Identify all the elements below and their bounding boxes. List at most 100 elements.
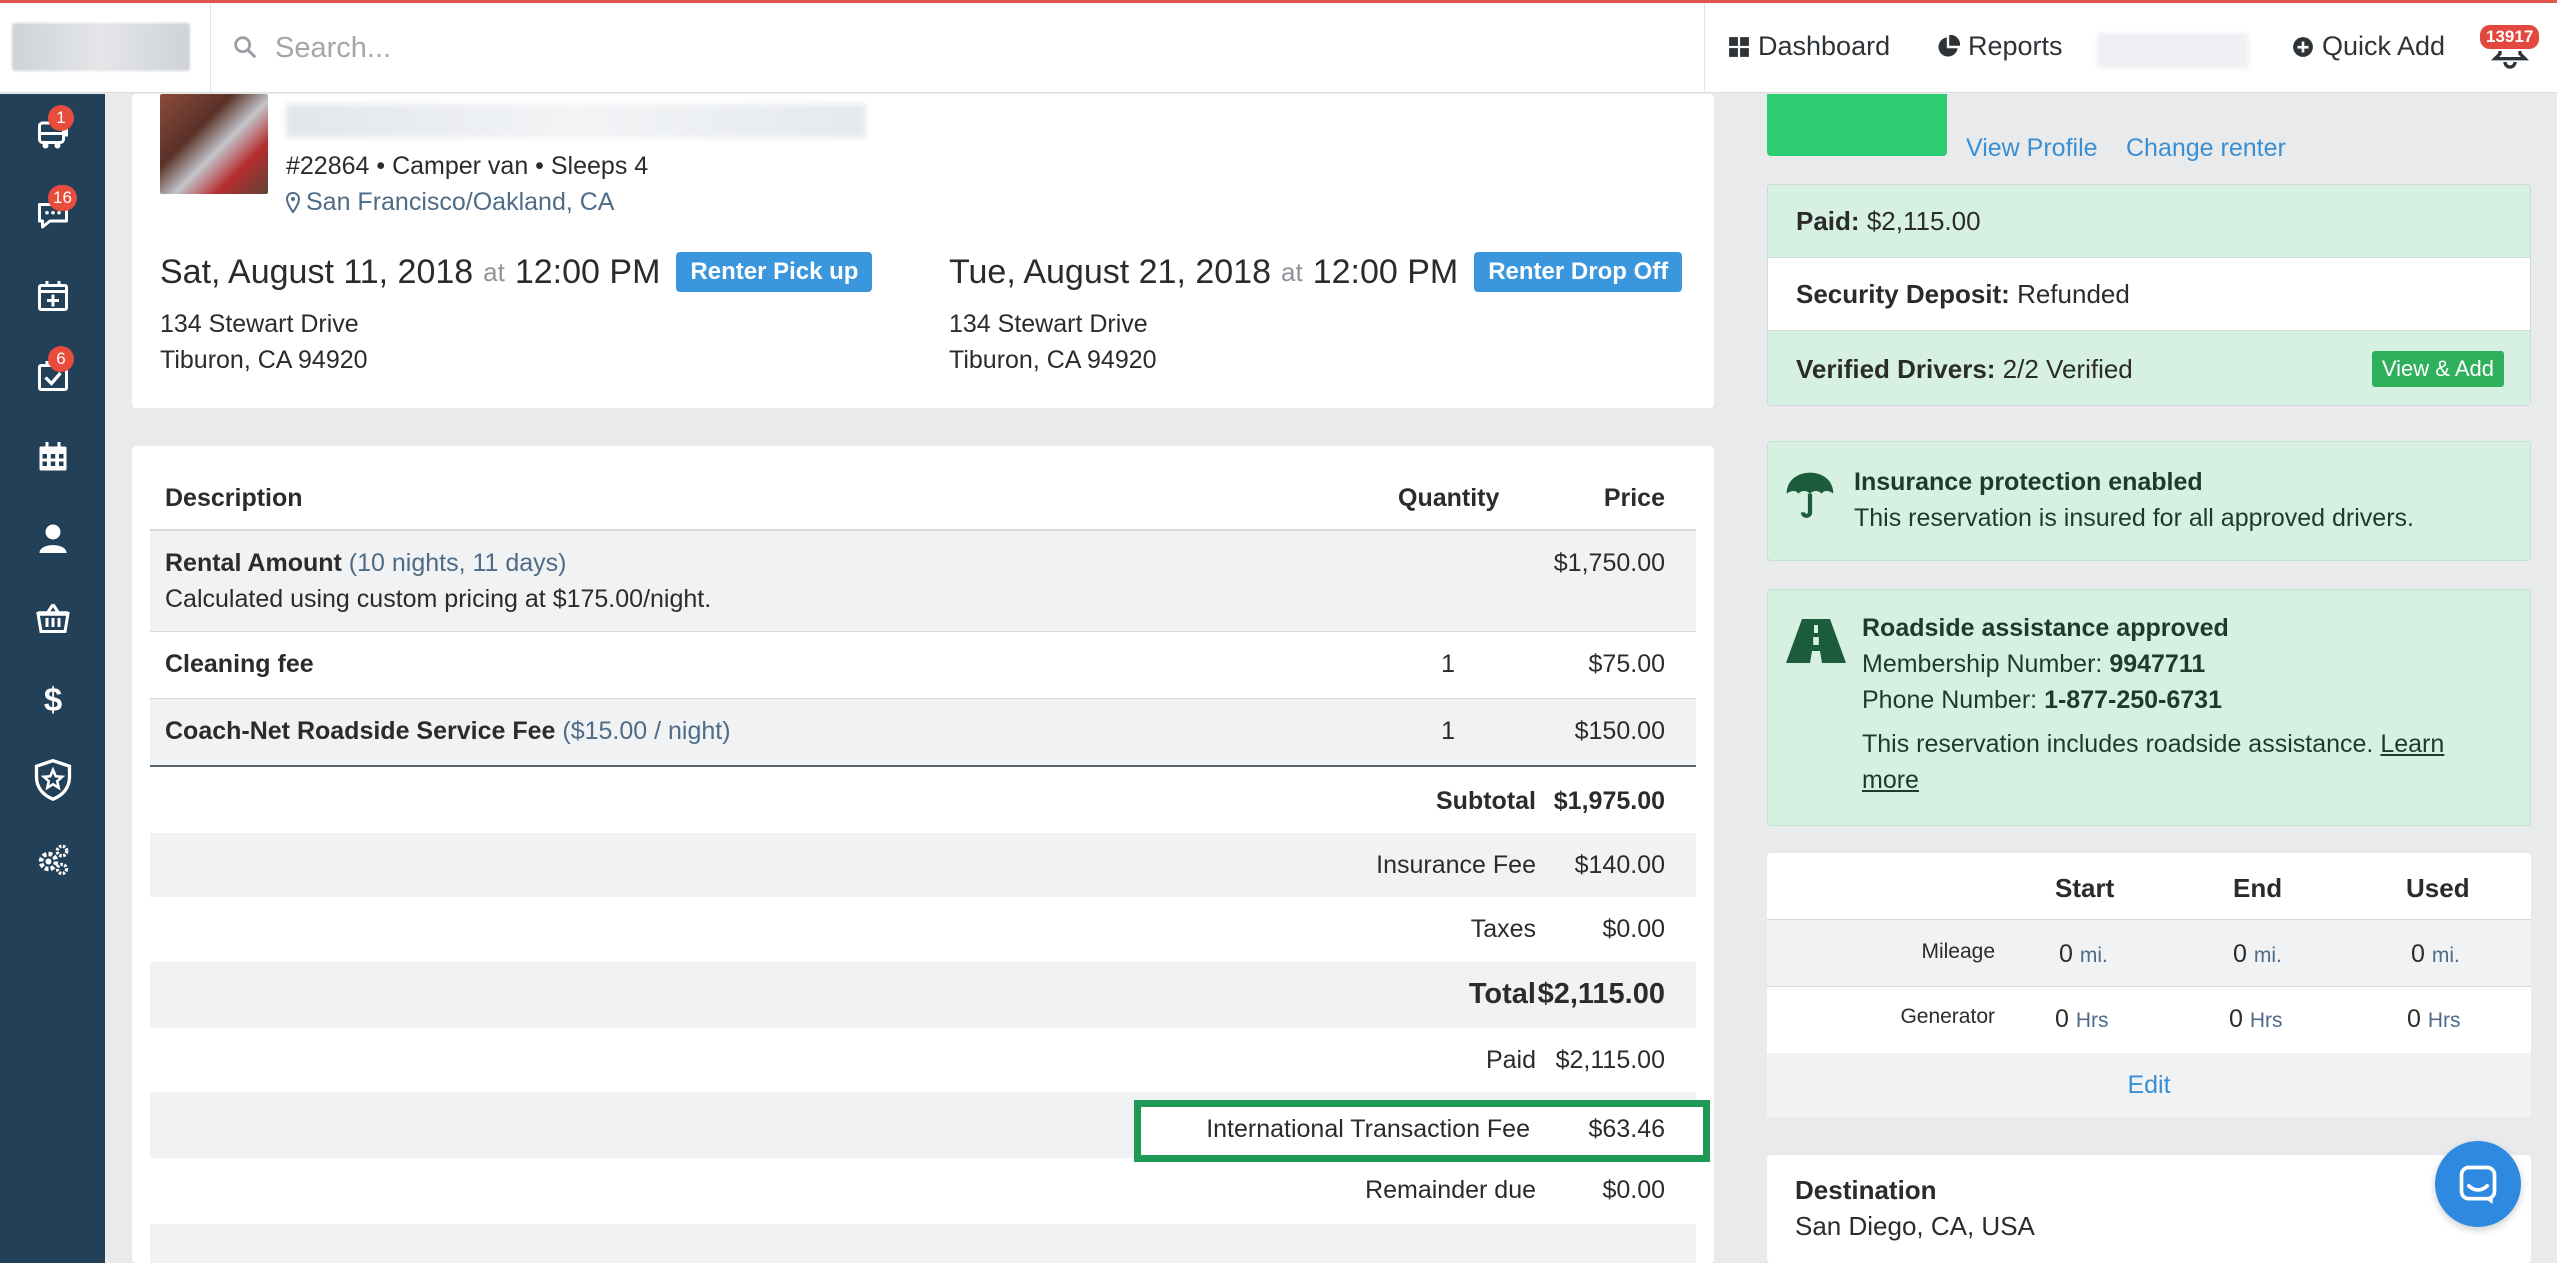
calendar-icon: [39, 442, 66, 471]
pickup-at: at: [483, 256, 505, 287]
plus-circle-icon: [2293, 36, 2313, 57]
nav-quick-add-label: Quick Add: [2322, 31, 2446, 61]
deposit-label: Security Deposit:: [1796, 278, 2010, 309]
vehicle-thumbnail[interactable]: [160, 94, 268, 194]
gears-icon: [38, 844, 68, 876]
map-pin-icon: [286, 191, 300, 214]
summary-row-insurance: Insurance Fee $140.00: [150, 833, 1696, 897]
search-input[interactable]: [275, 23, 1675, 73]
pickup-address-line2: Tiburon, CA 94920: [160, 346, 368, 374]
summary-value: $2,115.00: [1555, 1046, 1665, 1074]
summary-label: Insurance Fee: [1376, 851, 1536, 879]
learn-more-link-part2[interactable]: more: [1862, 766, 1919, 794]
summary-label: Taxes: [1470, 915, 1536, 943]
item-rental-amount: Rental Amount (10 nights, 11 days): [165, 549, 567, 578]
sidebar-item-store[interactable]: [0, 578, 105, 658]
vehicle-title-redacted[interactable]: [286, 104, 866, 138]
shield-star-icon: [34, 758, 71, 801]
table-row: Coach-Net Roadside Service Fee ($15.00 /…: [150, 699, 1696, 765]
sidebar-item-messages[interactable]: 16: [0, 175, 105, 255]
pickup-time: 12:00 PM: [514, 252, 661, 291]
usage-start: 0 mi.: [2059, 940, 2108, 969]
view-add-drivers-button[interactable]: View & Add: [2371, 351, 2504, 387]
phone-label: Phone Number:: [1862, 686, 2038, 714]
item-detail: ($15.00 / night): [562, 717, 731, 745]
nav-dashboard[interactable]: Dashboard: [1728, 31, 1890, 62]
dollar-icon: $: [43, 681, 61, 717]
sidebar-item-customers[interactable]: [0, 498, 105, 578]
sidebar-item-settings[interactable]: [0, 820, 105, 900]
usage-end: 0 Hrs: [2229, 1005, 2283, 1034]
item-name: Rental Amount: [165, 549, 342, 577]
usage-col-used: Used: [2406, 873, 2470, 903]
renter-avatar[interactable]: [1767, 94, 1947, 156]
drivers-row: Verified Drivers: 2/2 Verified View & Ad…: [1768, 331, 2530, 405]
destination-card: Destination San Diego, CA, USA: [1767, 1155, 2531, 1263]
roadside-description: This reservation includes roadside assis…: [1862, 726, 2502, 798]
usage-header-row: Start End Used: [1767, 853, 2531, 919]
usage-edit-link[interactable]: Edit: [1767, 1071, 2531, 1100]
summary-row-total: Total $2,115.00: [150, 962, 1696, 1028]
search-icon: [234, 36, 256, 58]
sidebar: 1 16 6 $: [0, 94, 105, 1263]
destination-label: Destination: [1795, 1175, 1937, 1205]
payment-status-card: Paid: $2,115.00 Security Deposit: Refund…: [1767, 184, 2531, 406]
dashboard-icon: [1729, 36, 1749, 57]
sidebar-item-new-booking[interactable]: [0, 256, 105, 336]
sidebar-item-tasks[interactable]: 6: [0, 336, 105, 416]
dropoff-datetime: Tue, August 21, 2018 at 12:00 PM Renter …: [949, 252, 1683, 292]
usage-used: 0 mi.: [2411, 940, 2460, 969]
pickup-address: 134 Stewart Drive Tiburon, CA 94920: [160, 306, 368, 378]
item-quantity: 1: [1441, 650, 1455, 678]
dropoff-address-line1: 134 Stewart Drive: [949, 310, 1148, 338]
vehicle-location-text: San Francisco/Oakland, CA: [306, 188, 615, 216]
summary-label: Paid: [1485, 1046, 1536, 1074]
insurance-card: Insurance protection enabled This reserv…: [1767, 441, 2531, 561]
membership-number: 9947711: [2109, 650, 2206, 678]
usage-edit-row: Edit: [1767, 1053, 2531, 1117]
summary-row-subtotal: Subtotal $1,975.00: [150, 767, 1696, 833]
sidebar-badge-messages: 16: [48, 185, 77, 211]
calendar-plus-icon: [37, 281, 68, 311]
paid-value: $2,115.00: [1866, 205, 1981, 236]
sidebar-item-calendar[interactable]: [0, 417, 105, 497]
item-name: Coach-Net Roadside Service Fee: [165, 717, 556, 745]
col-quantity: Quantity: [1398, 484, 1500, 512]
change-renter-link[interactable]: Change renter: [2126, 134, 2286, 163]
dropoff-date: Tue, August 21, 2018: [949, 252, 1271, 291]
membership-line: Membership Number: 9947711: [1862, 646, 2502, 682]
usage-label: Generator: [1900, 1005, 1995, 1028]
dropoff-time: 12:00 PM: [1312, 252, 1459, 291]
usage-used: 0 Hrs: [2407, 1005, 2461, 1034]
pickup-badge: Renter Pick up: [676, 252, 873, 292]
pricing-header-row: Description Quantity Price: [150, 446, 1696, 530]
usage-row-mileage: Mileage 0 mi. 0 mi. 0 mi.: [1767, 920, 2531, 986]
roadside-card: Roadside assistance approved Membership …: [1767, 589, 2531, 826]
chat-launcher-button[interactable]: [2435, 1141, 2521, 1227]
pickup-date: Sat, August 11, 2018: [160, 252, 474, 291]
summary-label: Total: [1468, 978, 1536, 1010]
learn-more-link-part1[interactable]: Learn: [2380, 730, 2444, 758]
company-logo[interactable]: [12, 23, 190, 71]
notification-badge: 13917: [2478, 23, 2542, 51]
user-menu[interactable]: [2097, 33, 2249, 69]
usage-label: Mileage: [1921, 940, 1995, 963]
dropoff-at: at: [1281, 256, 1303, 287]
summary-label: Subtotal: [1436, 787, 1536, 815]
sidebar-item-vehicles[interactable]: 1: [0, 95, 105, 175]
nav-reports[interactable]: Reports: [1936, 31, 2063, 62]
sidebar-item-insurance[interactable]: [0, 739, 105, 819]
roadside-title: Roadside assistance approved: [1862, 614, 2229, 642]
nav-dashboard-label: Dashboard: [1758, 31, 1891, 61]
summary-label: International Transaction Fee: [1206, 1115, 1530, 1143]
sidebar-item-payments[interactable]: $: [0, 659, 105, 739]
nav-quick-add[interactable]: Quick Add: [2292, 31, 2445, 62]
usage-end-value: 0: [2229, 1005, 2243, 1033]
basket-icon: [35, 603, 70, 633]
item-price: $75.00: [1588, 650, 1665, 678]
reservation-summary-card: #22864 • Camper van • Sleeps 4 San Franc…: [132, 94, 1714, 408]
view-profile-link[interactable]: View Profile: [1966, 134, 2098, 163]
nav-reports-label: Reports: [1968, 31, 2063, 61]
drivers-label: Verified Drivers:: [1796, 353, 1996, 384]
roadside-description-text: This reservation includes roadside assis…: [1862, 730, 2374, 758]
